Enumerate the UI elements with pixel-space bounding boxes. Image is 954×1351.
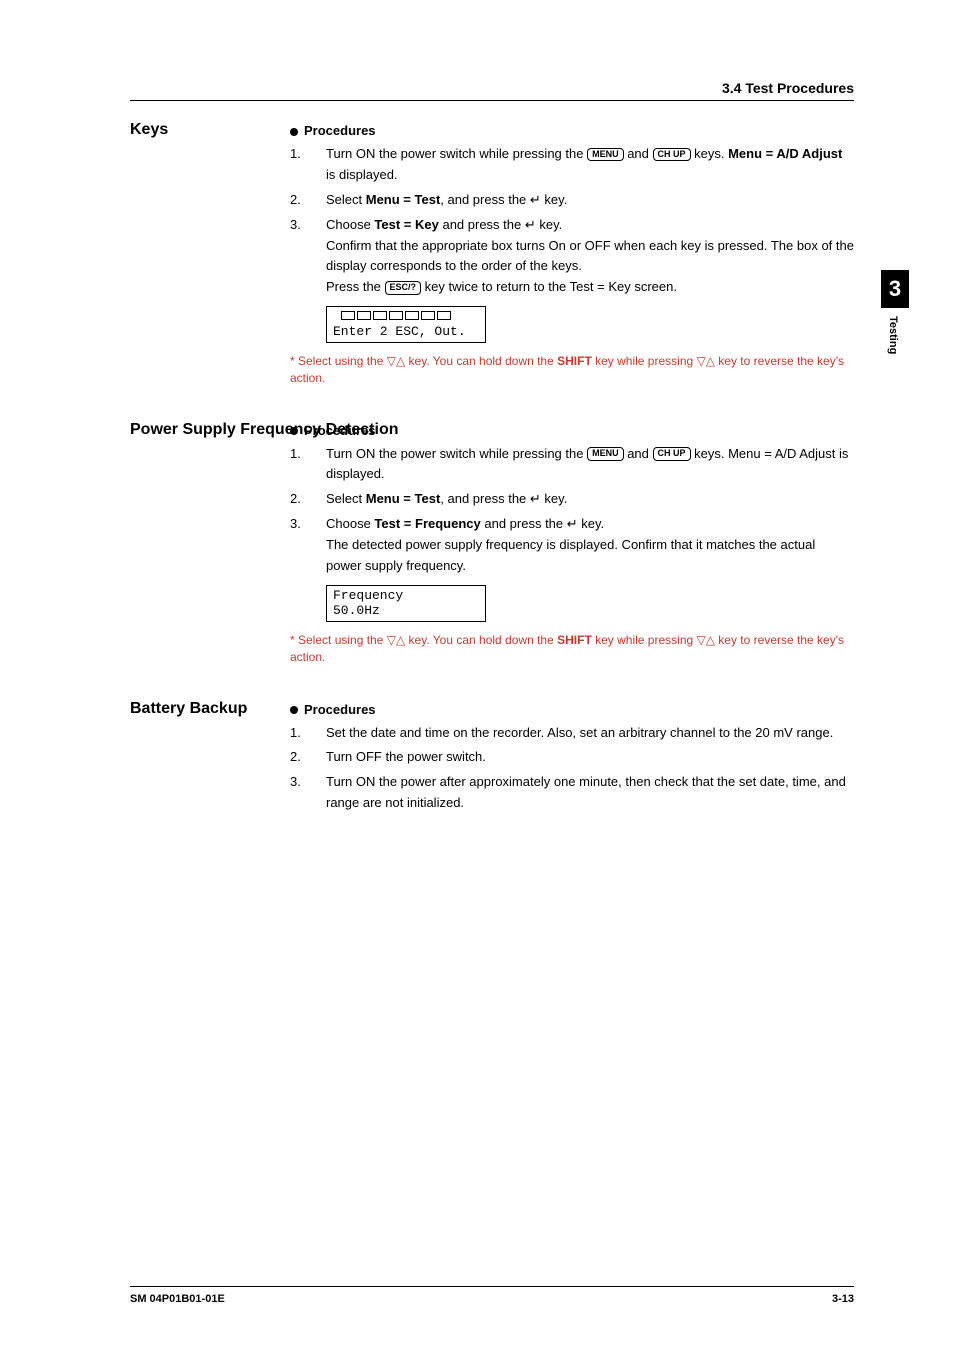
chup-keycap-icon: CH UP <box>653 148 691 162</box>
step-number: 2. <box>290 190 326 211</box>
list-item: 2. Turn OFF the power switch. <box>290 747 854 768</box>
step-number: 2. <box>290 747 326 768</box>
step-number: 3. <box>290 514 326 577</box>
list-item: 2. Select Menu = Test, and press the ↵ k… <box>290 190 854 211</box>
lcd-display: Enter 2 ESC, Out. <box>326 306 486 343</box>
lcd-display: Frequency 50.0Hz <box>326 585 486 622</box>
procedures-heading: Procedures <box>290 123 854 138</box>
enter-key-icon: ↵ <box>530 190 541 211</box>
step-text: Turn OFF the power switch. <box>326 747 854 768</box>
list-item: 1. Set the date and time on the recorder… <box>290 723 854 744</box>
step-text: Turn ON the power after approximately on… <box>326 772 854 814</box>
procedures-heading: Procedures <box>290 702 854 717</box>
running-header: 3.4 Test Procedures <box>130 80 854 101</box>
step-number: 3. <box>290 215 326 298</box>
step-text: Turn ON the power switch while pressing … <box>326 144 854 186</box>
step-text: Choose Test = Key and press the ↵ key. C… <box>326 215 854 298</box>
enter-key-icon: ↵ <box>525 215 536 236</box>
up-triangle-icon: △ <box>706 633 715 647</box>
side-tab-chapter: 3 <box>881 270 909 308</box>
page: 3.4 Test Procedures 3 Testing Keys Proce… <box>0 0 954 868</box>
step-number: 2. <box>290 489 326 510</box>
step-number: 1. <box>290 144 326 186</box>
step-text: Select Menu = Test, and press the ↵ key. <box>326 190 854 211</box>
header-section-ref: 3.4 Test Procedures <box>722 80 854 96</box>
page-number: 3-13 <box>832 1293 854 1305</box>
battery-block: Procedures 1. Set the date and time on t… <box>290 702 854 814</box>
enter-key-icon: ↵ <box>530 489 541 510</box>
esc-keycap-icon: ESC/? <box>385 281 422 295</box>
down-triangle-icon: ▽ <box>697 633 706 647</box>
enter-key-icon: ↵ <box>567 514 578 535</box>
psfd-block: Procedures 1. Turn ON the power switch w… <box>290 423 854 666</box>
list-item: 3. Turn ON the power after approximately… <box>290 772 854 814</box>
lcd-line: 50.0Hz <box>333 603 479 619</box>
keys-block: Procedures 1. Turn ON the power switch w… <box>290 123 854 387</box>
procedure-list: 1. Turn ON the power switch while pressi… <box>290 444 854 577</box>
step-number: 1. <box>290 723 326 744</box>
footnote: * Select using the ▽△ key. You can hold … <box>290 632 854 666</box>
up-triangle-icon: △ <box>396 354 405 368</box>
step-text: Turn ON the power switch while pressing … <box>326 444 854 486</box>
down-triangle-icon: ▽ <box>697 354 706 368</box>
bullet-icon <box>290 427 298 435</box>
list-item: 1. Turn ON the power switch while pressi… <box>290 444 854 486</box>
procedure-list: 1. Turn ON the power switch while pressi… <box>290 144 854 298</box>
step-text: Choose Test = Frequency and press the ↵ … <box>326 514 854 577</box>
menu-keycap-icon: MENU <box>587 148 624 162</box>
chup-keycap-icon: CH UP <box>653 447 691 461</box>
list-item: 2. Select Menu = Test, and press the ↵ k… <box>290 489 854 510</box>
bullet-icon <box>290 128 298 136</box>
page-footer: SM 04P01B01-01E 3-13 <box>130 1286 854 1305</box>
doc-id: SM 04P01B01-01E <box>130 1293 225 1305</box>
side-tab: 3 Testing <box>881 270 909 354</box>
lcd-key-boxes-icon <box>333 309 479 325</box>
step-number: 1. <box>290 444 326 486</box>
side-tab-label: Testing <box>881 308 899 354</box>
down-triangle-icon: ▽ <box>387 633 396 647</box>
list-item: 3. Choose Test = Key and press the ↵ key… <box>290 215 854 298</box>
procedure-list: 1. Set the date and time on the recorder… <box>290 723 854 814</box>
step-text: Select Menu = Test, and press the ↵ key. <box>326 489 854 510</box>
up-triangle-icon: △ <box>706 354 715 368</box>
menu-keycap-icon: MENU <box>587 447 624 461</box>
lcd-line: Frequency <box>333 588 479 604</box>
list-item: 1. Turn ON the power switch while pressi… <box>290 144 854 186</box>
footnote: * Select using the ▽△ key. You can hold … <box>290 353 854 387</box>
procedures-heading: Procedures <box>290 423 854 438</box>
step-text: Set the date and time on the recorder. A… <box>326 723 854 744</box>
bullet-icon <box>290 706 298 714</box>
step-number: 3. <box>290 772 326 814</box>
down-triangle-icon: ▽ <box>387 354 396 368</box>
lcd-line: Enter 2 ESC, Out. <box>333 324 479 340</box>
up-triangle-icon: △ <box>396 633 405 647</box>
list-item: 3. Choose Test = Frequency and press the… <box>290 514 854 577</box>
